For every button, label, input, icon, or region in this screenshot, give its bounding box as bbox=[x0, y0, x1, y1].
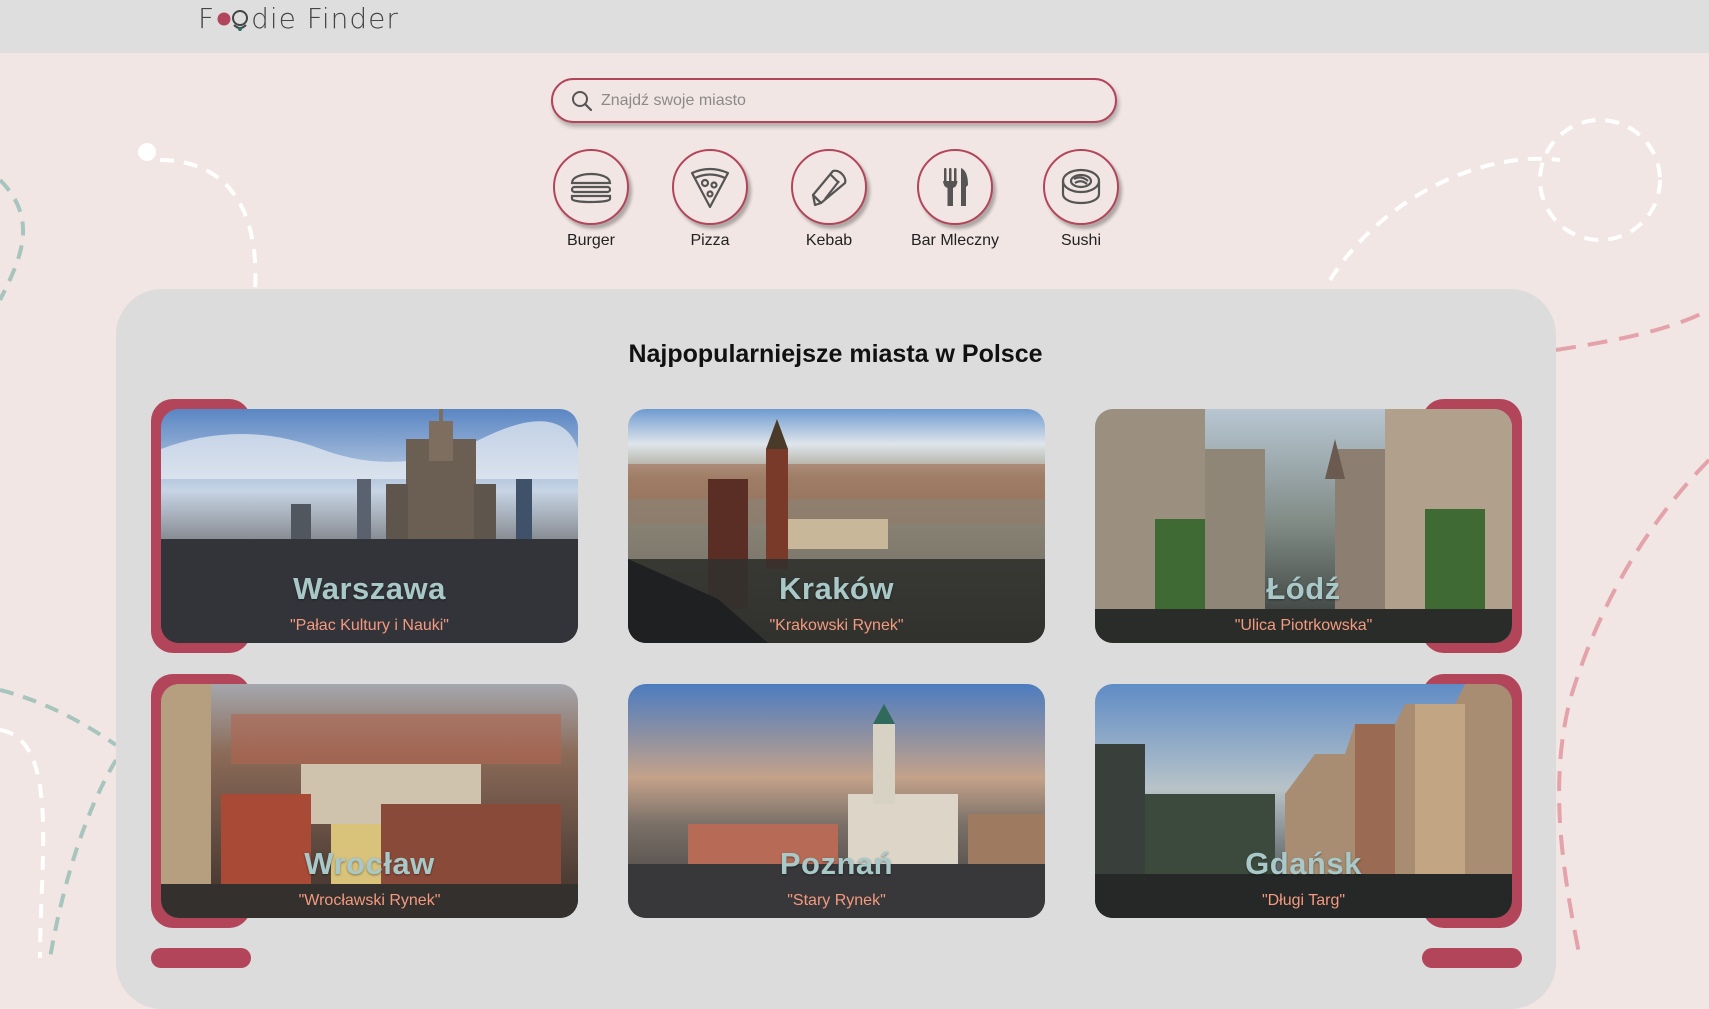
city-name: Warszawa bbox=[293, 571, 446, 606]
gdansk-photo bbox=[1095, 684, 1512, 918]
city-name: Łódź bbox=[1266, 571, 1341, 606]
city-card-lodz[interactable]: Łódź "Ulica Piotrkowska" bbox=[1095, 409, 1512, 643]
logo[interactable]: Fdie Finder bbox=[198, 2, 399, 35]
category-label: Pizza bbox=[690, 232, 730, 249]
category-sushi[interactable]: Sushi bbox=[1021, 149, 1141, 250]
city-search-bar bbox=[551, 78, 1117, 123]
city-name: Gdańsk bbox=[1245, 846, 1362, 881]
sushi-icon bbox=[1043, 149, 1119, 225]
city-landmark: "Pałac Kultury i Nauki" bbox=[290, 617, 449, 634]
fork-knife-icon bbox=[917, 149, 993, 225]
map-pin-logo-icon bbox=[215, 3, 251, 31]
category-pizza[interactable]: Pizza bbox=[650, 149, 770, 250]
category-kebab[interactable]: Kebab bbox=[769, 149, 889, 250]
city-card-warszawa[interactable]: Warszawa "Pałac Kultury i Nauki" bbox=[161, 409, 578, 643]
category-label: Burger bbox=[566, 232, 616, 249]
category-burger[interactable]: Burger bbox=[531, 149, 651, 250]
category-bar-mleczny[interactable]: Bar Mleczny bbox=[895, 149, 1015, 250]
top-bar: Fdie Finder bbox=[0, 0, 1709, 53]
city-landmark: "Ulica Piotrkowska" bbox=[1234, 617, 1373, 634]
city-landmark: "Długi Targ" bbox=[1261, 892, 1346, 909]
city-landmark: "Krakowski Rynek" bbox=[769, 617, 904, 634]
city-card-gdansk[interactable]: Gdańsk "Długi Targ" bbox=[1095, 684, 1512, 918]
wroclaw-photo bbox=[161, 684, 578, 918]
category-label: Kebab bbox=[805, 232, 853, 249]
city-card-krakow[interactable]: Kraków "Krakowski Rynek" bbox=[628, 409, 1045, 643]
poznan-photo bbox=[628, 684, 1045, 918]
category-label: Sushi bbox=[1060, 232, 1102, 249]
search-icon bbox=[572, 90, 593, 111]
warszawa-photo bbox=[161, 409, 578, 643]
category-label: Bar Mleczny bbox=[910, 232, 1000, 249]
city-card-poznan[interactable]: Poznań "Stary Rynek" bbox=[628, 684, 1045, 918]
logo-text-start: F bbox=[198, 2, 216, 35]
card-frame-left bbox=[151, 948, 251, 968]
section-title: Najpopularniejsze miasta w Polsce bbox=[628, 340, 1043, 368]
kebab-icon bbox=[791, 149, 867, 225]
city-name: Wrocław bbox=[304, 846, 435, 881]
city-card-wroclaw[interactable]: Wrocław "Wrocławski Rynek" bbox=[161, 684, 578, 918]
food-categories: Burger Pizza Kebab Bar Mleczny Sushi bbox=[0, 149, 1709, 259]
logo-text-end: die Finder bbox=[251, 2, 399, 35]
city-name: Poznań bbox=[779, 846, 894, 881]
krakow-photo bbox=[628, 409, 1045, 643]
city-name: Kraków bbox=[779, 571, 894, 606]
city-landmark: "Wrocławski Rynek" bbox=[298, 892, 441, 909]
pizza-icon bbox=[672, 149, 748, 225]
search-input[interactable] bbox=[599, 90, 1083, 111]
lodz-photo bbox=[1095, 409, 1512, 643]
burger-icon bbox=[553, 149, 629, 225]
city-landmark: "Stary Rynek" bbox=[787, 892, 886, 909]
card-frame-right bbox=[1422, 948, 1522, 968]
